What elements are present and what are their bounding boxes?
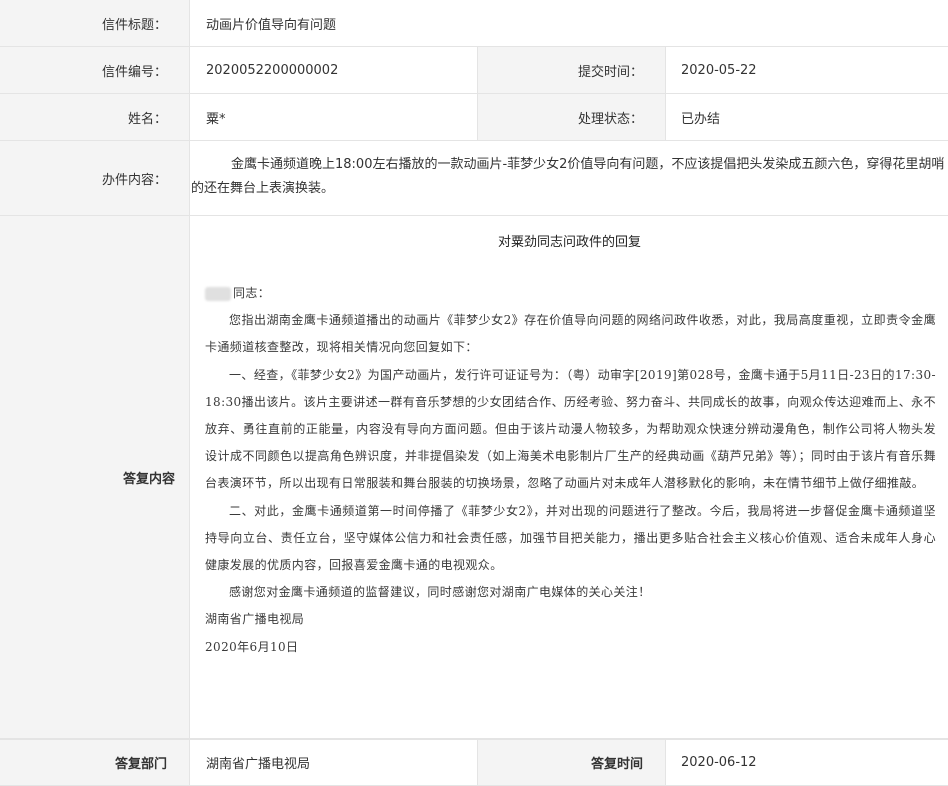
row-reply: 答复内容 对粟劲同志问政件的回复 同志： 您指出湖南金鹰卡通频道播出的动画片《菲… <box>0 216 948 739</box>
content-text: 金鹰卡通频道晚上18:00左右播放的一款动画片-菲梦少女2价值导向有问题，不应该… <box>191 141 948 201</box>
reply-paragraph-3: 二、对此，金鹰卡通频道第一时间停播了《菲梦少女2》，并对出现的问题进行了整改。今… <box>205 503 936 573</box>
row-letter-number: 信件编号： 2020052200000002 提交时间： 2020-05-22 <box>0 47 948 94</box>
reply-paragraph-1: 您指出湖南金鹰卡通频道播出的动画片《菲梦少女2》存在价值导向问题的网络问政件收悉… <box>205 313 936 355</box>
row-reply-meta: 答复部门 湖南省广播电视局 答复时间 2020-06-12 <box>0 739 948 786</box>
reply-sign-date: 2020年6月10日 <box>205 639 299 654</box>
letter-number-value: 2020052200000002 <box>206 62 339 78</box>
reply-paragraph-2: 一、经查，《菲梦少女2》为国产动画片，发行许可证证号为：（粤）动审字[2019]… <box>205 367 936 491</box>
reply-body: 对粟劲同志问政件的回复 同志： 您指出湖南金鹰卡通频道播出的动画片《菲梦少女2》… <box>191 216 948 738</box>
row-letter-title: 信件标题： 动画片价值导向有问题 <box>0 0 948 47</box>
content-label: 办件内容： <box>0 141 190 215</box>
redacted-name <box>205 286 231 301</box>
reply-paragraph-4: 感谢您对金鹰卡通频道的监督建议，同时感谢您对湖南广电媒体的关心关注！ <box>229 585 651 600</box>
reply-sign-org: 湖南省广播电视局 <box>205 612 305 627</box>
letter-number-label: 信件编号： <box>0 47 190 93</box>
row-content: 办件内容： 金鹰卡通频道晚上18:00左右播放的一款动画片-菲梦少女2价值导向有… <box>0 141 948 216</box>
submit-time-label: 提交时间： <box>477 47 666 93</box>
letter-title-value: 动画片价值导向有问题 <box>206 17 337 33</box>
reply-greeting-line: 同志： <box>205 280 936 307</box>
reply-dept-value: 湖南省广播电视局 <box>206 757 311 772</box>
reply-label: 答复内容 <box>0 216 190 738</box>
letter-title-label: 信件标题： <box>0 0 190 46</box>
reply-time-label: 答复时间 <box>477 740 666 785</box>
content-line-1: 金鹰卡通频道晚上18:00左右播放的一款动画片-菲梦少女2价值导向有问题，不应该… <box>231 157 945 172</box>
content-line-2: 的还在舞台上表演换装。 <box>191 181 335 196</box>
status-label: 处理状态： <box>477 94 666 140</box>
reply-time-value: 2020-06-12 <box>681 755 757 770</box>
status-value: 已办结 <box>681 111 721 127</box>
name-label: 姓名： <box>0 94 190 140</box>
reply-greeting: 同志： <box>233 286 271 300</box>
reply-title: 对粟劲同志问政件的回复 <box>497 235 641 250</box>
submit-time-value: 2020-05-22 <box>681 62 757 78</box>
row-name: 姓名： 粟* 处理状态： 已办结 <box>0 94 948 141</box>
reply-dept-label: 答复部门 <box>0 740 190 785</box>
name-value: 粟* <box>206 111 226 127</box>
reply-letter: 同志： 您指出湖南金鹰卡通频道播出的动画片《菲梦少女2》存在价值导向问题的网络问… <box>205 280 936 661</box>
